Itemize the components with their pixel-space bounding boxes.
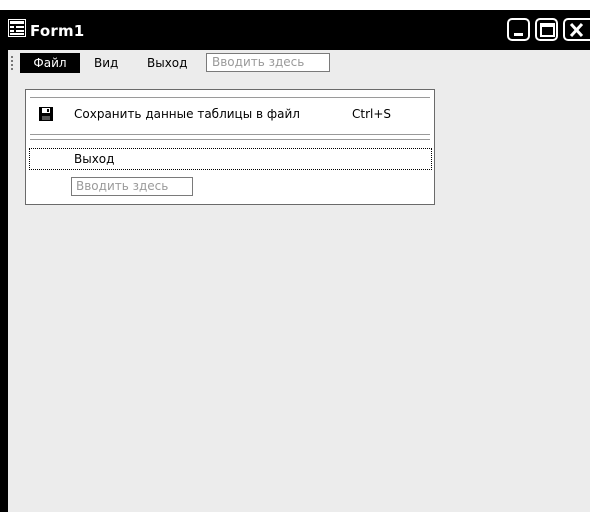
menubar-type-here-field[interactable]: Вводить здесь — [206, 53, 330, 72]
minimize-button[interactable] — [507, 18, 530, 41]
save-table-menu-item[interactable]: Сохранить данные таблицы в файл Ctrl+S — [26, 103, 434, 125]
menu-exit-label: Выход — [147, 56, 188, 70]
menu-separator — [30, 97, 430, 99]
dropdown-type-here-field[interactable]: Вводить здесь — [71, 177, 193, 196]
menu-view-label: Вид — [94, 56, 119, 70]
title-bar[interactable]: Form1 — [0, 10, 590, 50]
save-shortcut-label: Ctrl+S — [352, 107, 392, 121]
menu-grip-handle[interactable] — [11, 56, 14, 70]
maximize-button[interactable] — [535, 18, 558, 41]
form-app-icon[interactable] — [8, 19, 26, 37]
close-button[interactable] — [563, 18, 590, 41]
floppy-disk-icon — [38, 106, 54, 122]
exit-menu-item[interactable]: Выход — [29, 148, 432, 170]
menu-bar: Файл Вид Выход Вводить здесь — [8, 50, 590, 78]
window-title: Form1 — [30, 22, 85, 40]
menu-file-label: Файл — [33, 56, 67, 70]
menu-file[interactable]: Файл — [20, 53, 80, 73]
minimize-icon — [514, 33, 523, 36]
file-menu-dropdown: Сохранить данные таблицы в файл Ctrl+S В… — [25, 89, 435, 205]
save-table-label: Сохранить данные таблицы в файл — [74, 107, 300, 121]
close-icon — [569, 22, 584, 38]
menu-view[interactable]: Вид — [88, 53, 124, 73]
menu-separator — [30, 139, 430, 141]
maximize-icon — [540, 23, 555, 37]
menu-exit[interactable]: Выход — [141, 53, 193, 73]
main-window: Form1 Файл Вид Выход Вводить здесь Сохра… — [0, 10, 590, 512]
exit-item-label: Выход — [74, 152, 115, 166]
menu-separator — [30, 134, 430, 136]
